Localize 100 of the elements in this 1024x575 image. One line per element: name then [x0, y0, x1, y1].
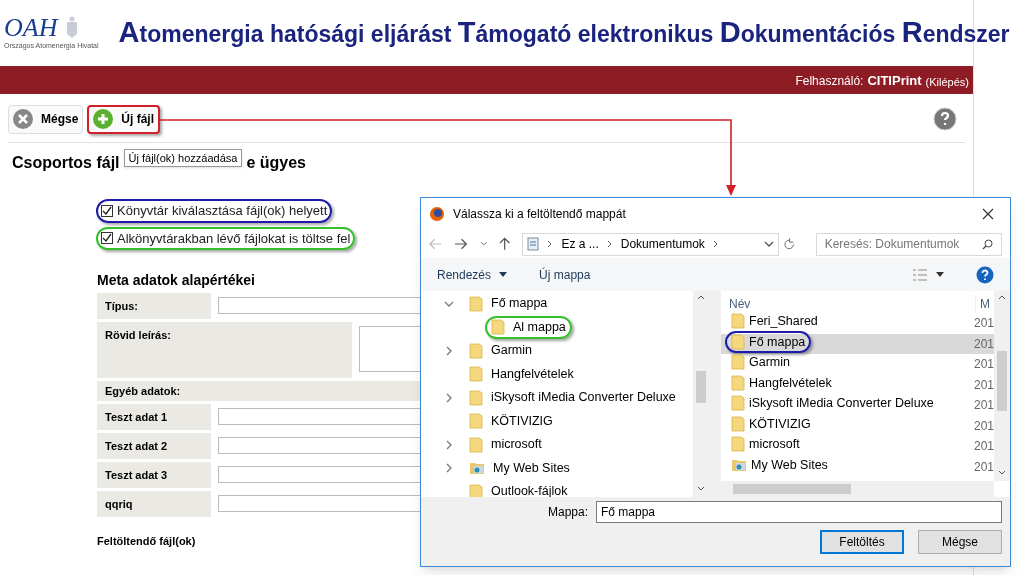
modified-date: 201 — [973, 458, 994, 476]
table-cell: qqriq — [97, 491, 211, 517]
modified-date: 201 — [973, 315, 994, 333]
table-cell: Teszt adat 2 — [97, 433, 211, 459]
folder-icon — [731, 415, 745, 432]
tree-item[interactable]: Garmin — [463, 339, 538, 363]
search-icon — [982, 238, 993, 250]
dropdown-icon[interactable] — [764, 241, 775, 247]
folder-icon — [469, 366, 483, 383]
coat-of-arms-icon — [65, 15, 80, 40]
chevron-right-icon — [712, 240, 719, 248]
scrollbar[interactable] — [994, 291, 1010, 481]
file-row[interactable]: microsoft 201 — [721, 436, 994, 457]
folder-icon — [469, 413, 483, 430]
close-icon — [13, 109, 33, 129]
file-row[interactable]: KÖTIVIZIG 201 — [721, 415, 994, 436]
modified-date: 201 — [973, 356, 994, 374]
up-icon[interactable] — [499, 237, 511, 251]
user-name: CITIPrint — [867, 71, 922, 90]
file-name: iSkysoft iMedia Converter Deluxe — [725, 392, 940, 415]
file-name: My Web Sites — [725, 454, 834, 477]
breadcrumb-item[interactable]: Dokumentumok — [620, 235, 705, 253]
modified-date: 201 — [973, 417, 994, 435]
folder-icon — [731, 333, 745, 350]
checkbox[interactable] — [101, 232, 113, 245]
chevron-right-icon[interactable] — [444, 463, 454, 474]
folder-icon — [731, 354, 745, 371]
search-field[interactable]: Keresés: Dokumentumok — [815, 232, 1002, 256]
dropdown-icon[interactable] — [479, 241, 488, 247]
toolbar-command[interactable]: Új mappa — [539, 265, 591, 284]
folder-icon — [731, 395, 745, 412]
modified-date: 201 — [973, 438, 994, 456]
dialog-button[interactable]: Feltöltés — [820, 530, 904, 554]
chevron-right-icon[interactable] — [444, 439, 454, 450]
chevron-right-icon[interactable] — [444, 345, 454, 356]
modified-date: 201 — [973, 376, 994, 394]
page-heading: Csoportos fájl — [12, 153, 120, 173]
column-header[interactable]: M — [975, 295, 990, 313]
file-row[interactable]: Fő mappa 201 — [721, 333, 994, 354]
tree-item[interactable]: Fő mappa — [463, 292, 554, 316]
tree-item[interactable]: KÖTIVIZIG — [463, 409, 559, 433]
tree-item[interactable]: Al mappa — [485, 315, 572, 339]
folder-icon — [469, 295, 483, 312]
add-file-button[interactable]: Új fájl — [87, 104, 161, 134]
table-cell: Típus: — [97, 293, 211, 319]
page-title: Atomenergia hatósági eljárást Támogató elektronikus Dokumentációs Rendszer — [118, 15, 1010, 51]
folder-icon — [731, 436, 745, 453]
table-cell: Rövid leírás: — [97, 322, 352, 378]
chevron-right-icon — [547, 240, 554, 248]
help-icon[interactable] — [933, 107, 957, 131]
dialog-button[interactable]: Mégse — [918, 530, 1002, 554]
folder-label: Mappa: — [547, 504, 588, 521]
browser-icon — [429, 206, 445, 222]
folder-icon — [469, 342, 483, 359]
file-row[interactable]: My Web Sites 201 — [721, 456, 994, 477]
user-label: Felhasználó: — [795, 73, 864, 90]
breadcrumb-item[interactable]: Ez a ... — [561, 235, 599, 253]
section-title: Meta adatok alapértékei — [97, 271, 256, 290]
tooltip: Új fájl(ok) hozzáadása — [123, 148, 243, 168]
files-label: Feltöltendő fájl(ok) — [97, 534, 197, 549]
file-name: Fő mappa — [725, 330, 812, 354]
tree-item[interactable]: iSkysoft iMedia Converter Deluxe — [463, 386, 682, 410]
web-folder-icon — [469, 461, 485, 476]
close-icon[interactable] — [982, 208, 994, 220]
table-cell: Teszt adat 3 — [97, 462, 211, 488]
refresh-icon[interactable] — [783, 237, 796, 251]
toolbar-command[interactable]: Rendezés — [437, 265, 508, 284]
folder-icon — [731, 313, 745, 330]
caret-icon — [499, 272, 508, 277]
folder-icon — [469, 436, 483, 453]
modified-date: 201 — [973, 397, 994, 415]
tree-item[interactable]: Hangfelvételek — [463, 362, 580, 386]
checkbox-option[interactable]: Könyvtár kiválasztása fájl(ok) helyett — [96, 199, 333, 223]
web-folder-icon — [731, 458, 747, 473]
file-name: Feri_Shared — [725, 310, 824, 333]
tree-item[interactable]: microsoft — [463, 433, 548, 457]
page-heading: e ügyes — [246, 153, 306, 173]
forward-icon[interactable] — [454, 238, 468, 250]
logout-link[interactable]: (Kilépés) — [925, 73, 969, 90]
file-row[interactable]: Hangfelvételek 201 — [721, 374, 994, 395]
chevron-right-icon[interactable] — [444, 392, 454, 403]
address-bar[interactable]: Ez a ... Dokumentumok — [522, 232, 780, 256]
folder-icon — [491, 319, 505, 336]
documents-icon — [527, 237, 540, 251]
folder-field[interactable]: Fő mappa — [596, 501, 1002, 523]
chevron-right-icon — [606, 240, 613, 248]
help-icon[interactable] — [976, 265, 994, 284]
plus-icon — [93, 109, 114, 129]
tree-item[interactable]: My Web Sites — [463, 456, 576, 480]
modified-date: 201 — [973, 335, 994, 353]
dialog-title: Válassza ki a feltöltendő mappát — [453, 206, 627, 223]
cancel-button[interactable]: Mégse — [8, 104, 84, 134]
caret-icon[interactable] — [936, 272, 944, 277]
folder-icon — [731, 374, 745, 391]
checkbox-option[interactable]: Alkönyvtárakban lévő fájlokat is töltse fel — [96, 226, 356, 250]
checkbox[interactable] — [101, 204, 113, 217]
column-header[interactable]: Név — [729, 295, 975, 313]
table-cell: Teszt adat 1 — [97, 404, 211, 430]
file-name: microsoft — [725, 433, 806, 456]
folder-icon — [469, 389, 483, 406]
